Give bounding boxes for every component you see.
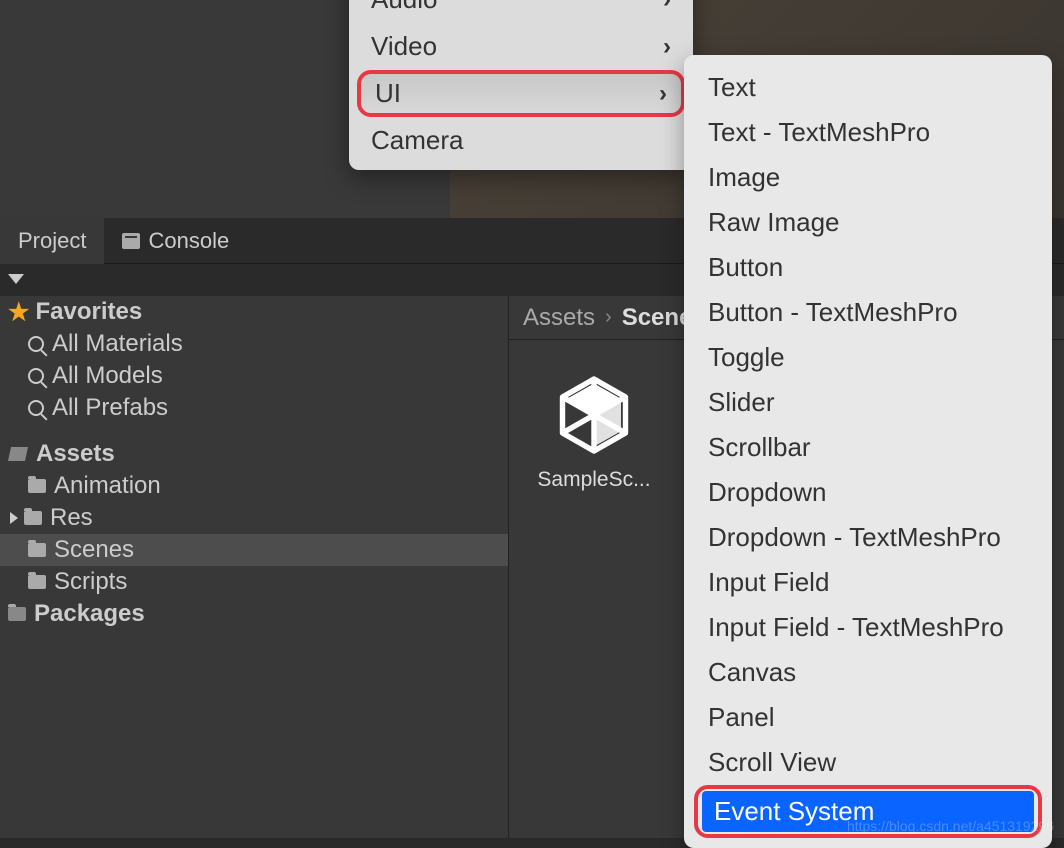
menu-item-panel[interactable]: Panel [684,695,1052,740]
watermark: https://blog.csdn.net/a451319296 [847,818,1054,834]
menu-item-input-field[interactable]: Input Field [684,560,1052,605]
menu-item-camera[interactable]: Camera [349,117,693,164]
menu-item-scrollbar[interactable]: Scrollbar [684,425,1052,470]
folder-icon [28,543,46,557]
packages-header[interactable]: Packages [0,598,508,630]
tab-project[interactable]: Project [0,218,104,264]
folder-icon [24,511,42,525]
assets-header[interactable]: Assets [0,438,508,470]
chevron-right-icon: › [659,80,667,108]
menu-item-button-tmp[interactable]: Button - TextMeshPro [684,290,1052,335]
gameobject-create-menu: Audio› Video› UI› Camera [349,0,693,170]
search-icon [28,336,44,352]
folder-icon [8,607,26,621]
menu-item-dropdown[interactable]: Dropdown [684,470,1052,515]
menu-item-button[interactable]: Button [684,245,1052,290]
favorites-header[interactable]: ★ Favorites [0,296,508,328]
unity-scene-icon [549,370,639,460]
menu-item-text[interactable]: Text [684,65,1052,110]
menu-item-canvas[interactable]: Canvas [684,650,1052,695]
asset-label: SampleSc... [529,468,659,492]
menu-item-audio[interactable]: Audio› [349,0,693,23]
menu-item-image[interactable]: Image [684,155,1052,200]
folder-scenes[interactable]: Scenes [0,534,508,566]
tab-console[interactable]: Console [104,218,247,264]
favorite-all-prefabs[interactable]: All Prefabs [0,392,508,424]
chevron-right-icon: › [663,33,671,61]
folder-open-icon [8,447,28,461]
chevron-right-icon: › [663,0,671,14]
folder-animation[interactable]: Animation [0,470,508,502]
favorite-all-models[interactable]: All Models [0,360,508,392]
folder-res[interactable]: Res [0,502,508,534]
ui-submenu: Text Text - TextMeshPro Image Raw Image … [684,55,1052,848]
menu-item-dropdown-tmp[interactable]: Dropdown - TextMeshPro [684,515,1052,560]
star-icon: ★ [8,298,30,327]
menu-item-ui[interactable]: UI› [357,70,685,117]
menu-item-slider[interactable]: Slider [684,380,1052,425]
filter-dropdown-icon[interactable] [8,274,24,284]
chevron-right-icon: › [605,306,612,329]
expand-icon[interactable] [10,512,18,524]
menu-item-raw-image[interactable]: Raw Image [684,200,1052,245]
menu-item-toggle[interactable]: Toggle [684,335,1052,380]
search-icon [28,400,44,416]
search-icon [28,368,44,384]
folder-scripts[interactable]: Scripts [0,566,508,598]
filter-bar [0,264,508,294]
favorite-all-materials[interactable]: All Materials [0,328,508,360]
menu-item-text-tmp[interactable]: Text - TextMeshPro [684,110,1052,155]
project-hierarchy: ★ Favorites All Materials All Models All… [0,296,508,838]
asset-samplescene[interactable]: SampleSc... [529,370,659,492]
menu-item-input-field-tmp[interactable]: Input Field - TextMeshPro [684,605,1052,650]
menu-item-video[interactable]: Video› [349,23,693,70]
folder-icon [28,479,46,493]
folder-icon [28,575,46,589]
menu-item-scroll-view[interactable]: Scroll View [684,740,1052,785]
console-icon [122,233,140,249]
breadcrumb-root[interactable]: Assets [523,304,595,332]
